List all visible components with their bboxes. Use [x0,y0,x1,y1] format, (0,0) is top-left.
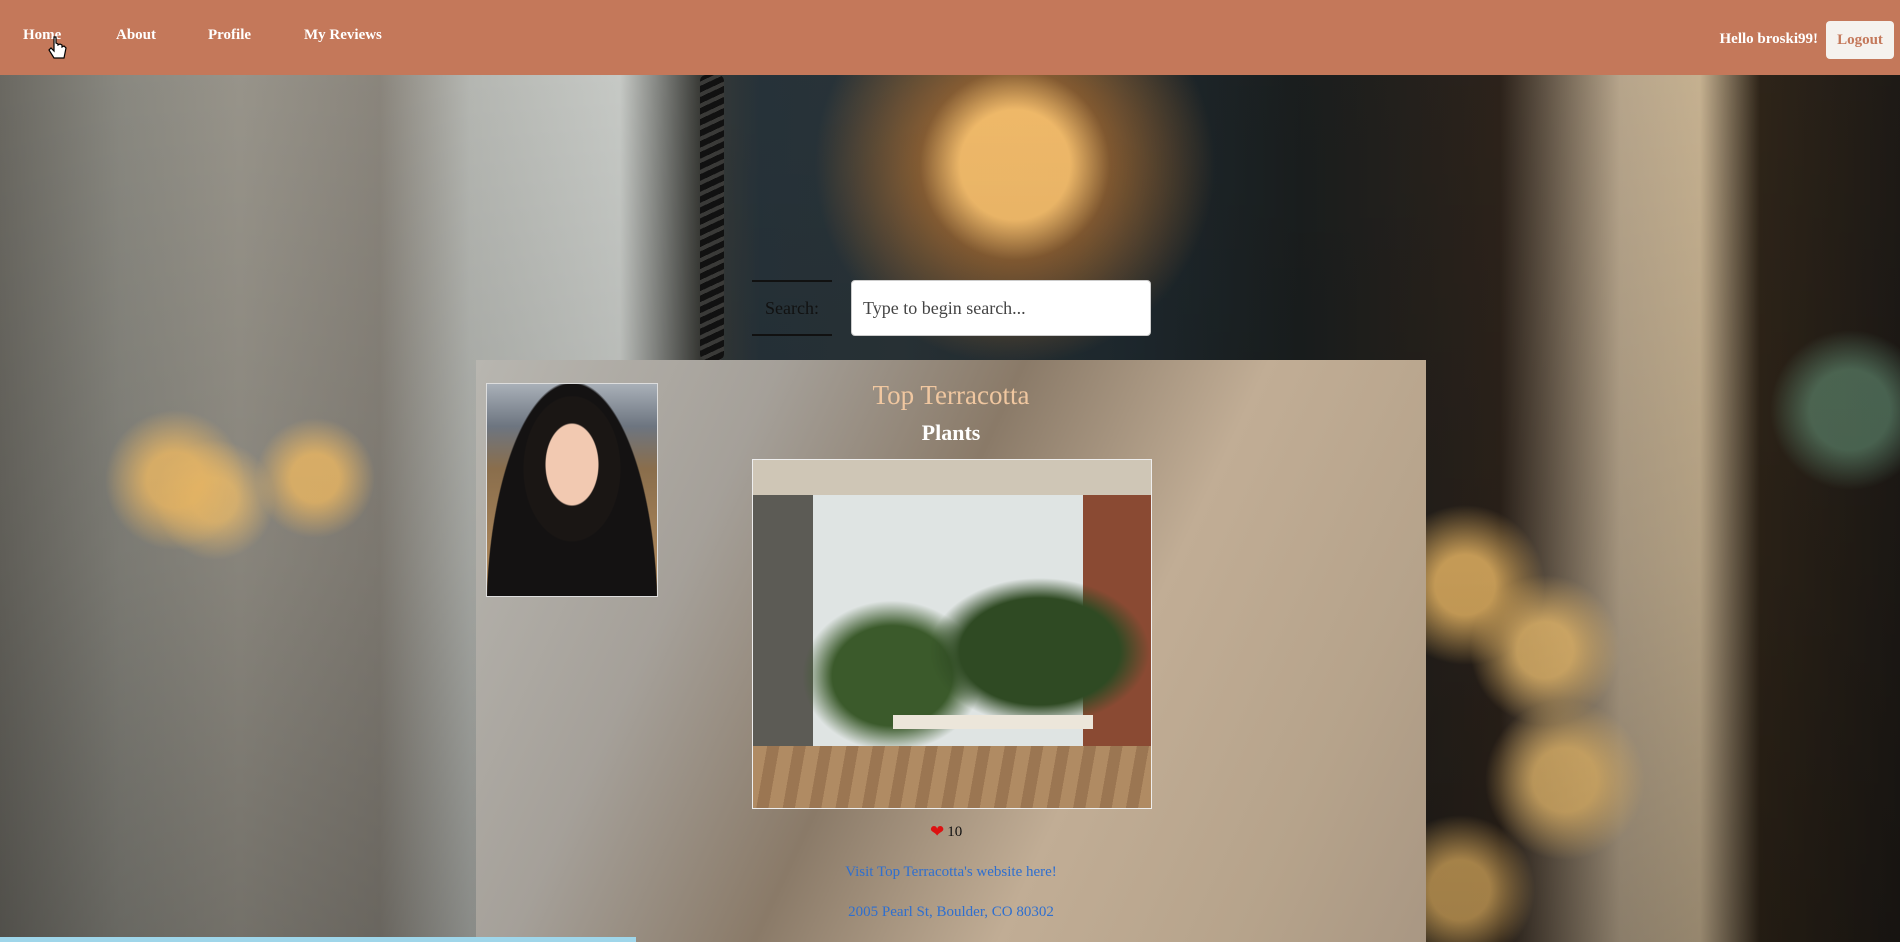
business-category: Plants [921,420,981,445]
heart-icon[interactable]: ❤ [930,822,944,842]
hanging-lamp-cord [700,75,724,360]
business-title: Top Terracotta [872,380,1030,410]
business-website-link[interactable]: Visit Top Terracotta's website here! [770,864,1132,881]
logout-button[interactable]: Logout [1826,21,1894,59]
wood-floor [753,746,1151,808]
user-greeting: Hello broski99! [1719,31,1818,47]
plant-table [893,715,1093,729]
reviewer-avatar [486,383,658,597]
business-photo [752,459,1152,809]
top-navbar: Home About Profile My Reviews Hello bros… [0,0,1900,75]
bottom-scroll-strip [0,937,636,942]
likes-value: 10 [947,823,963,840]
nav-profile-link[interactable]: Profile [208,27,251,44]
nav-my-reviews-link[interactable]: My Reviews [304,27,382,44]
pointer-cursor-icon [48,36,67,59]
likes-count[interactable]: ❤ 10 [930,822,962,842]
search-label: Search: [752,280,832,336]
business-address: 2005 Pearl St, Boulder, CO 80302 [848,904,1054,920]
search-input[interactable] [851,280,1151,336]
nav-about-link[interactable]: About [116,27,156,44]
